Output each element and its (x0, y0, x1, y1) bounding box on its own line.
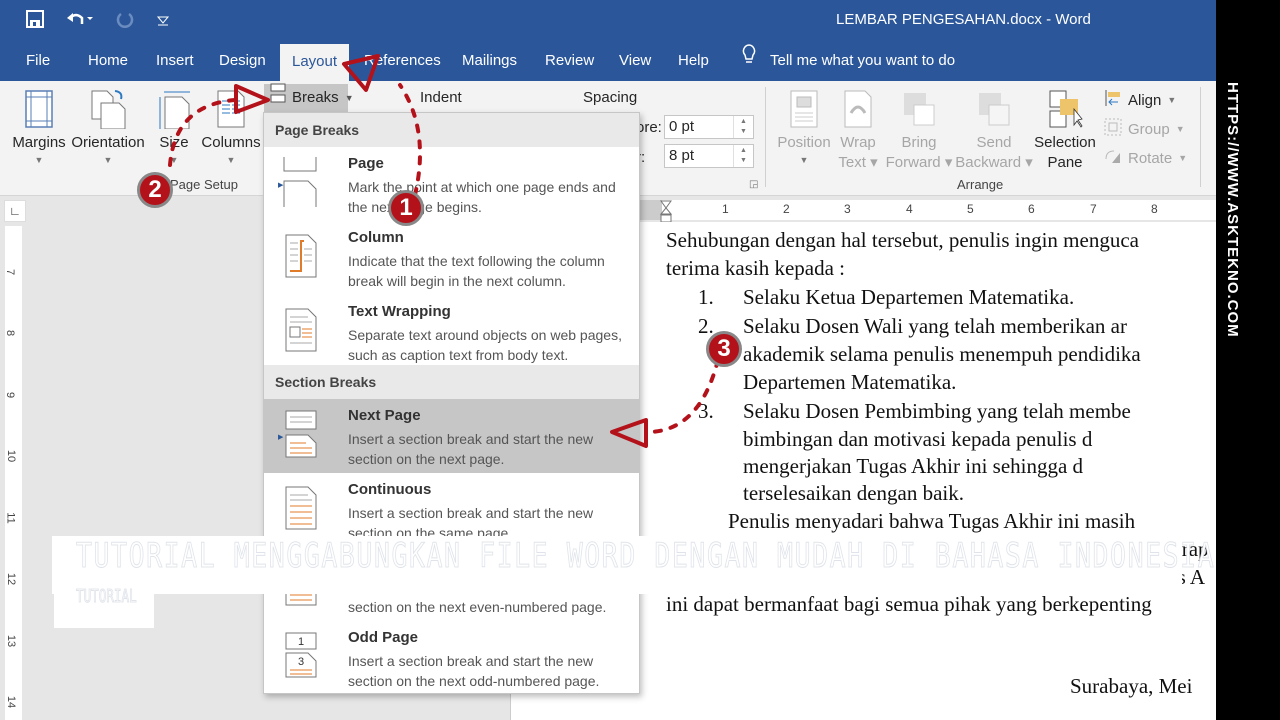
tell-me-placeholder: Tell me what you want to do (770, 51, 956, 69)
ruler-margin (640, 200, 662, 220)
arrange-group-label: Arrange (957, 177, 1004, 192)
doc-line: terima kasih kepada : (666, 256, 846, 280)
continuous-section-icon (282, 481, 322, 533)
wrap-text-icon (839, 89, 877, 129)
group-icon (1104, 118, 1122, 140)
margins-icon (20, 89, 58, 129)
rotate-icon (1104, 147, 1122, 169)
breaks-button[interactable]: Breaks ▼ (264, 83, 354, 113)
step-badge-3: 3 (706, 331, 742, 367)
title-bar: LEMBAR PENGESAHAN.docx - Word (0, 0, 1216, 40)
tab-selector[interactable]: ∟ (4, 200, 26, 222)
tab-file[interactable]: File (14, 40, 62, 81)
indent-label: Indent (420, 89, 462, 106)
tab-design[interactable]: Design (207, 40, 278, 81)
svg-text:1: 1 (298, 636, 304, 648)
list-item: akademik selama penulis menempuh pendidi… (743, 342, 1141, 366)
doc-line: Penulis menyadari bahwa Tugas Akhir ini … (728, 509, 1136, 533)
vertical-ruler: 7 8 9 10 11 12 13 14 (4, 226, 22, 720)
doc-line: ini dapat bermanfaat bagi semua pihak ya… (666, 592, 1152, 616)
group-separator (1200, 87, 1201, 187)
group-button[interactable]: Group ▼ (1104, 118, 1185, 140)
list-item: bimbingan dan motivasi kepada penulis d (743, 427, 1093, 451)
spin-arrows[interactable]: ▲ ▼ (733, 116, 753, 138)
banner-subtitle: TUTORIAL (76, 586, 137, 608)
size-icon (156, 89, 194, 130)
tab-insert[interactable]: Insert (144, 40, 206, 81)
columns-icon (212, 89, 250, 129)
tab-home[interactable]: Home (76, 40, 140, 81)
menu-item-page-break[interactable]: ▶ Page Mark the point at which one page … (264, 147, 639, 221)
align-button[interactable]: Align ▼ (1104, 89, 1176, 111)
align-icon (1104, 89, 1122, 111)
doc-line: Sehubungan dengan hal tersebut, penulis … (666, 228, 1139, 252)
menu-item-next-page[interactable]: ▶ Next Page Insert a section break and s… (264, 399, 639, 473)
undo-icon[interactable] (66, 10, 94, 33)
breaks-dropdown-menu: Page Breaks ▶ Page Mark the point at whi… (263, 112, 640, 694)
next-page-section-icon (282, 407, 322, 459)
position-button[interactable]: Position ▼ (775, 89, 833, 167)
closing-line: Surabaya, Mei (1070, 674, 1193, 698)
menu-item-column-break[interactable]: Column Indicate that the text following … (264, 221, 639, 295)
spacing-before-input[interactable]: 0 pt ▲ ▼ (664, 115, 754, 139)
tab-mailings[interactable]: Mailings (450, 40, 529, 81)
page-setup-group-label: Page Setup (170, 177, 238, 192)
spacing-after-input[interactable]: 8 pt ▲ ▼ (664, 144, 754, 168)
list-item: terselesaikan dengan baik. (743, 481, 964, 505)
orientation-icon (89, 89, 127, 130)
paragraph-dialog-launcher-icon[interactable]: ◲ (749, 179, 758, 190)
quick-access-toolbar (26, 10, 170, 33)
tab-help[interactable]: Help (666, 40, 721, 81)
step-badge-1: 1 (388, 190, 424, 226)
page-break-icon (282, 155, 322, 207)
tab-layout[interactable]: Layout (280, 44, 350, 81)
size-button[interactable]: Size ▼ (156, 89, 192, 167)
group-separator (765, 87, 766, 187)
list-number: 3. (698, 399, 714, 423)
banner-title: TUTORIAL MENGGABUNGKAN FILE WORD DENGAN … (76, 536, 1216, 577)
margins-button[interactable]: Margins ▼ (10, 89, 68, 167)
page-breaks-header: Page Breaks (264, 113, 639, 147)
menu-item-text-wrapping-break[interactable]: Text Wrapping Separate text around objec… (264, 295, 639, 369)
list-number: 1. (698, 285, 714, 309)
menu-item-odd-page[interactable]: 13 Odd Page Insert a section break and s… (264, 621, 639, 695)
wrap-text-button[interactable]: Wrap Text ▾ (836, 89, 880, 173)
save-icon[interactable] (26, 10, 44, 33)
spin-arrows[interactable]: ▲ ▼ (733, 145, 753, 167)
redo-icon (116, 10, 134, 33)
breaks-icon (270, 83, 286, 113)
columns-button[interactable]: Columns ▼ (200, 89, 262, 167)
list-item: Departemen Matematika. (743, 370, 957, 394)
spacing-label: Spacing (583, 89, 638, 106)
document-title: LEMBAR PENGESAHAN.docx - Word (836, 11, 1091, 28)
svg-text:3: 3 (298, 656, 304, 668)
odd-page-section-icon: 13 (282, 629, 322, 681)
section-breaks-header: Section Breaks (264, 365, 639, 399)
list-item: Selaku Ketua Departemen Matematika. (743, 285, 1075, 309)
bring-forward-button[interactable]: Bring Forward ▾ (884, 89, 954, 173)
position-icon (785, 89, 823, 129)
list-item: Selaku Dosen Wali yang telah memberikan … (743, 314, 1127, 338)
send-backward-icon (975, 89, 1013, 129)
tell-me-search[interactable]: Tell me what you want to do (740, 40, 955, 81)
send-backward-button[interactable]: Send Backward ▾ (955, 89, 1033, 173)
tab-references[interactable]: References (352, 40, 453, 81)
tab-review[interactable]: Review (533, 40, 606, 81)
orientation-button[interactable]: Orientation ▼ (70, 89, 146, 167)
site-url: HTTPS://WWW.ASKTEKNO.COM (1224, 82, 1241, 338)
column-break-icon (282, 229, 322, 281)
ribbon-tabs: File Home Insert Design Layout Reference… (0, 40, 1216, 81)
bring-forward-icon (900, 89, 938, 129)
list-item: Selaku Dosen Pembimbing yang telah membe (743, 399, 1131, 423)
list-item: mengerjakan Tugas Akhir ini sehingga d (743, 454, 1084, 478)
lightbulb-icon (740, 40, 758, 82)
text-wrapping-break-icon (282, 303, 322, 355)
customize-toolbar-icon[interactable] (156, 11, 170, 32)
selection-pane-button[interactable]: Selection Pane (1032, 89, 1098, 173)
step-badge-2: 2 (137, 172, 173, 208)
horizontal-ruler: 1 2 3 4 5 6 7 8 (640, 200, 1216, 223)
rotate-button[interactable]: Rotate ▼ (1104, 147, 1187, 169)
selection-pane-icon (1046, 89, 1084, 129)
tab-view[interactable]: View (607, 40, 663, 81)
